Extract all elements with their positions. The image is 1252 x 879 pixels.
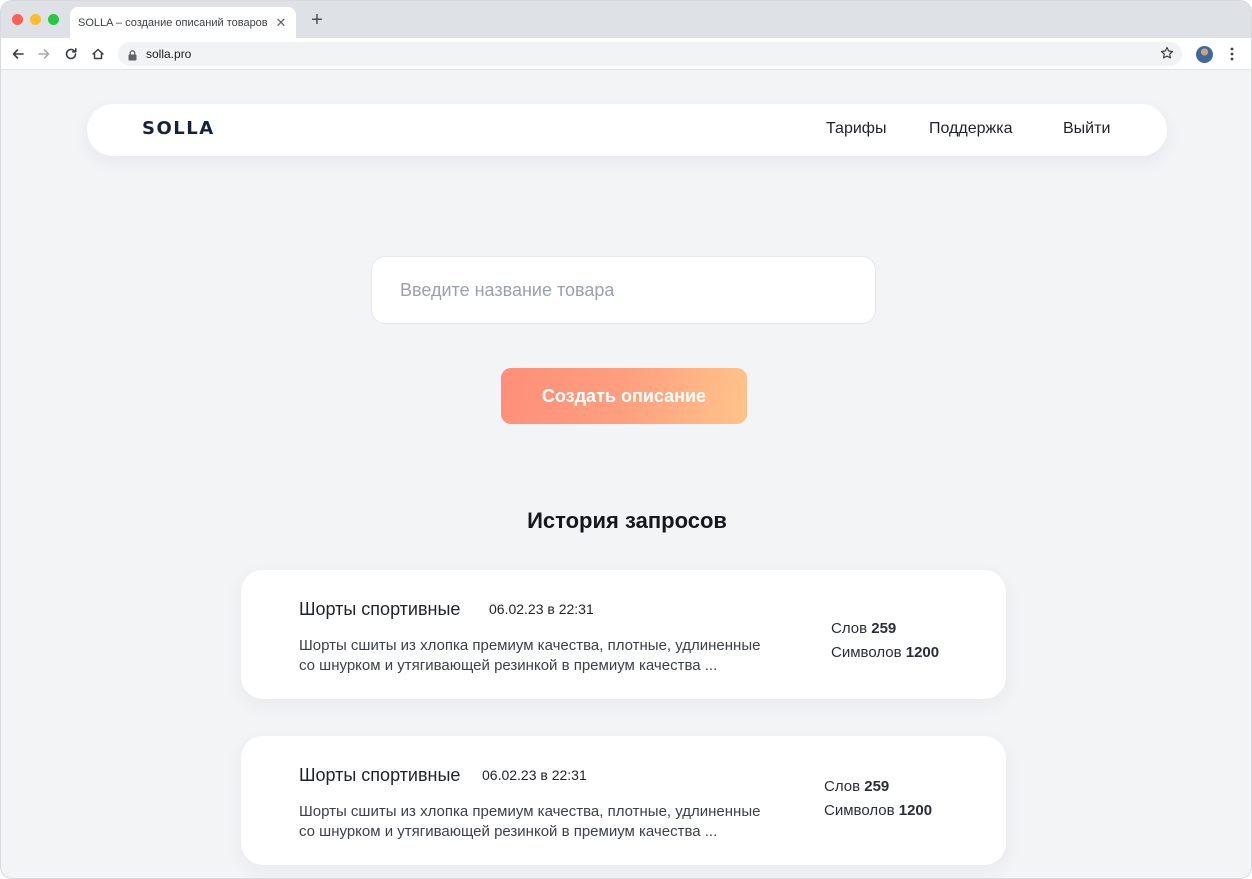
history-item-text: Шорты сшиты из хлопка премиум качества, … (299, 636, 799, 676)
site-header: SOLLA Тарифы Поддержка Выйти (87, 104, 1167, 156)
char-count-label: Символов (831, 644, 902, 661)
forward-arrow-icon[interactable] (35, 45, 53, 63)
word-count-value: 259 (864, 778, 890, 795)
char-count: Символов 1200 (824, 799, 932, 823)
history-item-title: Шорты спортивные (299, 599, 461, 619)
product-name-input[interactable] (372, 257, 875, 323)
word-count-label: Слов (831, 620, 868, 637)
word-count-label: Слов (824, 778, 861, 795)
history-item-stats: Слов 259 Символов 1200 (831, 617, 939, 665)
nav-link-logout[interactable]: Выйти (1063, 120, 1110, 138)
history-card[interactable]: Шорты спортивные 06.02.23 в 22:31 Шорты … (241, 570, 1006, 699)
browser-toolbar: solla.pro (1, 38, 1251, 70)
tab-close-icon[interactable]: ✕ (274, 15, 288, 30)
create-description-button[interactable]: Создать описание (501, 368, 747, 424)
back-arrow-icon[interactable] (9, 45, 27, 63)
tab-bar: SOLLA – создание описаний товаров ✕ + (1, 1, 1251, 38)
minimize-window-button[interactable] (30, 14, 41, 25)
char-count: Символов 1200 (831, 641, 939, 665)
maximize-window-button[interactable] (48, 14, 59, 25)
lock-icon (128, 48, 137, 66)
product-name-field (371, 256, 876, 324)
close-window-button[interactable] (12, 14, 23, 25)
reload-icon[interactable] (62, 45, 80, 63)
profile-avatar[interactable] (1196, 46, 1213, 63)
address-bar[interactable]: solla.pro (118, 42, 1182, 66)
url-text: solla.pro (146, 47, 192, 61)
history-item-text-line: со шнурком и утягивающей резинкой в прем… (299, 823, 718, 840)
browser-tab[interactable]: SOLLA – создание описаний товаров ✕ (70, 7, 296, 38)
history-item-text-line: Шорты сшиты из хлопка премиум качества, … (299, 803, 761, 820)
home-icon[interactable] (89, 45, 107, 63)
char-count-value: 1200 (905, 644, 940, 661)
history-item-text-line: со шнурком и утягивающей резинкой в прем… (299, 657, 718, 674)
history-item-title: Шорты спортивные (299, 765, 461, 785)
more-menu-icon[interactable] (1225, 46, 1239, 62)
history-item-text-line: Шорты сшиты из хлопка премиум качества, … (299, 637, 761, 654)
history-title: История запросов (527, 508, 727, 533)
page-content: SOLLA Тарифы Поддержка Выйти Создать опи… (1, 71, 1251, 878)
word-count-value: 259 (871, 620, 897, 637)
word-count: Слов 259 (824, 775, 932, 799)
history-item-date: 06.02.23 в 22:31 (482, 767, 587, 783)
history-item-stats: Слов 259 Символов 1200 (824, 775, 932, 823)
bookmark-star-icon[interactable] (1160, 46, 1174, 65)
history-card[interactable]: Шорты спортивные 06.02.23 в 22:31 Шорты … (241, 736, 1006, 865)
nav-link-tariffs[interactable]: Тарифы (826, 120, 886, 138)
browser-window: SOLLA – создание описаний товаров ✕ + so… (0, 0, 1252, 879)
word-count: Слов 259 (831, 617, 939, 641)
history-item-text: Шорты сшиты из хлопка премиум качества, … (299, 802, 799, 842)
char-count-label: Символов (824, 802, 895, 819)
solla-logo[interactable]: SOLLA (142, 118, 215, 139)
history-item-date: 06.02.23 в 22:31 (489, 601, 594, 617)
tab-title: SOLLA – создание описаний товаров (78, 16, 268, 29)
new-tab-button[interactable]: + (307, 10, 327, 30)
char-count-value: 1200 (898, 802, 933, 819)
nav-link-support[interactable]: Поддержка (929, 120, 1012, 138)
